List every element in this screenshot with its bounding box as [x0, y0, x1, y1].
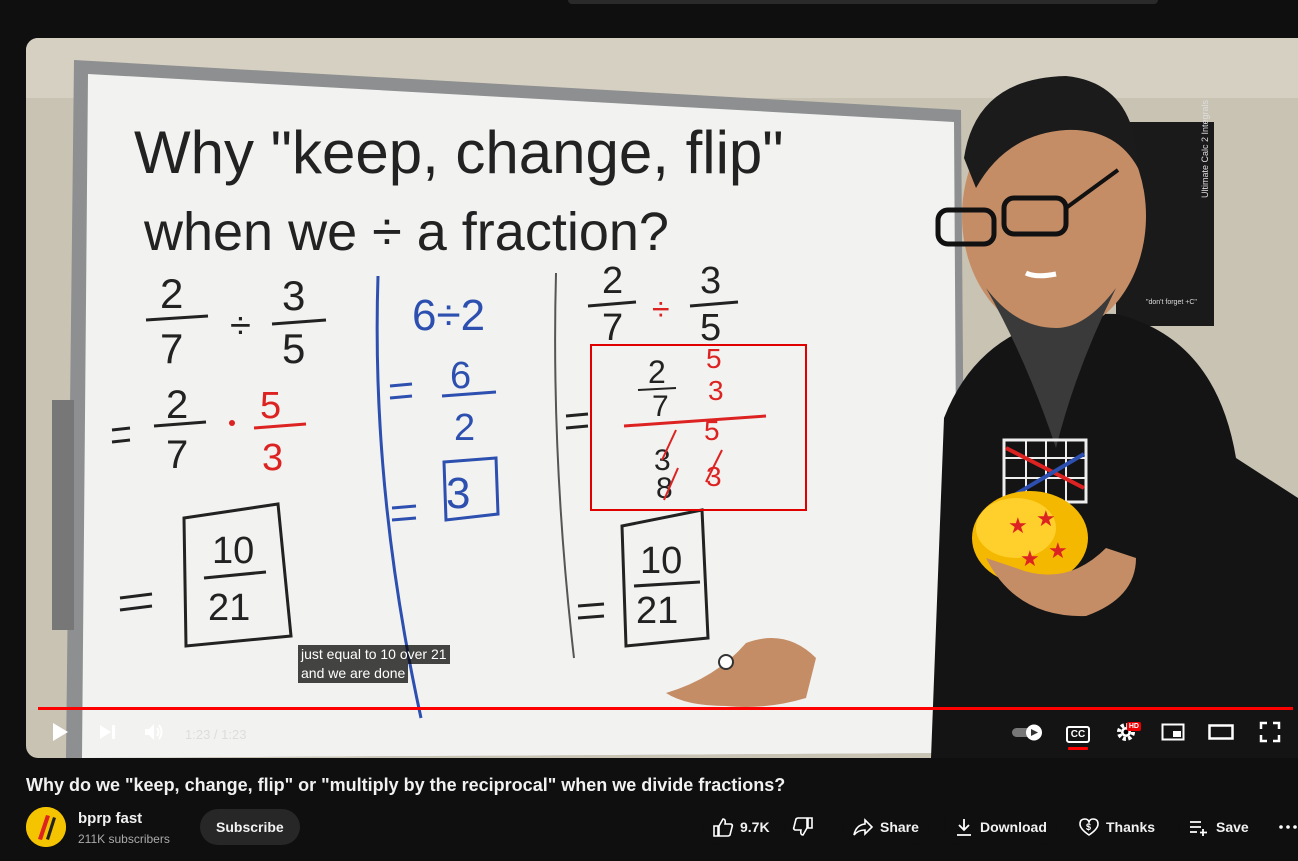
whiteboard-title-line2: when we ÷ a fraction?: [143, 202, 669, 262]
autoplay-toggle-icon: [1010, 723, 1046, 746]
channel-name[interactable]: bprp fast: [78, 810, 142, 827]
svg-text:3: 3: [700, 260, 721, 302]
hd-badge: HD: [1126, 722, 1141, 731]
svg-text:7: 7: [166, 433, 188, 477]
svg-text:5: 5: [260, 385, 281, 427]
dislike-button[interactable]: [784, 809, 822, 845]
download-label: Download: [980, 819, 1047, 835]
svg-text:$: $: [1086, 822, 1091, 832]
video-title: Why do we "keep, change, flip" or "multi…: [26, 775, 786, 795]
more-actions-button[interactable]: [1274, 809, 1298, 845]
download-button[interactable]: Download: [944, 809, 1057, 845]
svg-text:2: 2: [602, 260, 623, 302]
subtitles-button[interactable]: CC: [1060, 720, 1096, 750]
subscriber-count: 211K subscribers: [78, 832, 170, 846]
play-icon: [51, 722, 69, 747]
channel-logo: [26, 807, 66, 847]
channel-row: bprp fast 211K subscribers Subscribe 9.7…: [26, 806, 1298, 850]
miniplayer-icon: [1161, 722, 1185, 747]
share-label: Share: [880, 819, 919, 835]
svg-text:7: 7: [652, 390, 669, 423]
top-search-bar-edge: [568, 0, 1158, 4]
poster-note: "don't forget +C": [1146, 299, 1197, 306]
time-current: 1:23: [185, 727, 211, 742]
svg-text:21: 21: [636, 590, 678, 632]
svg-text:7: 7: [160, 325, 183, 372]
svg-text:÷: ÷: [230, 305, 251, 347]
svg-text:5: 5: [282, 325, 305, 372]
next-button[interactable]: [90, 720, 126, 748]
svg-text:10: 10: [640, 540, 682, 582]
poster-title: Ultimate Calc 2 Integrals: [1200, 99, 1210, 198]
fullscreen-button[interactable]: [1252, 720, 1288, 748]
svg-text:6÷2: 6÷2: [412, 291, 485, 340]
svg-text:÷: ÷: [652, 291, 670, 327]
mute-button[interactable]: [136, 720, 172, 748]
svg-text:★: ★: [1048, 538, 1068, 563]
more-icon: [1278, 817, 1298, 837]
subscribe-button[interactable]: Subscribe: [200, 809, 300, 845]
autoplay-toggle[interactable]: [1008, 720, 1048, 748]
miniplayer-button[interactable]: [1155, 720, 1191, 748]
svg-text:3: 3: [708, 375, 724, 406]
settings-button[interactable]: HD: [1108, 720, 1144, 748]
playlist-add-icon: [1188, 817, 1210, 837]
next-icon: [98, 723, 118, 746]
play-button[interactable]: [42, 720, 78, 748]
time-display: 1:23 / 1:23: [185, 727, 246, 742]
caption-window: just equal to 10 over 21 and we are done: [298, 645, 450, 683]
svg-text:3: 3: [282, 272, 305, 319]
svg-text:7: 7: [602, 307, 623, 349]
thanks-label: Thanks: [1106, 819, 1156, 835]
cc-active-indicator: [1068, 747, 1088, 750]
video-player[interactable]: Ultimate Calc 2 Integrals "don't forget …: [26, 38, 1298, 758]
whiteboard-title-line1: Why "keep, change, flip": [134, 119, 784, 186]
download-icon: [954, 817, 974, 837]
like-count: 9.7K: [740, 819, 770, 835]
save-button[interactable]: Save: [1178, 809, 1259, 845]
svg-text:★: ★: [1036, 506, 1056, 531]
svg-text:2: 2: [166, 383, 188, 427]
svg-text:6: 6: [450, 355, 471, 397]
video-frame: Ultimate Calc 2 Integrals "don't forget …: [26, 38, 1298, 758]
share-icon: [852, 817, 874, 837]
theater-icon: [1208, 723, 1234, 746]
cc-icon: CC: [1065, 725, 1091, 743]
caption-line-1: just equal to 10 over 21: [298, 645, 450, 664]
channel-avatar[interactable]: [26, 807, 66, 847]
svg-text:5: 5: [706, 343, 722, 374]
fullscreen-icon: [1259, 721, 1281, 748]
thanks-heart-dollar-icon: $: [1078, 817, 1100, 837]
thanks-button[interactable]: $ Thanks: [1068, 809, 1166, 845]
time-separator: /: [210, 727, 222, 742]
share-button[interactable]: Share: [842, 809, 929, 845]
like-button[interactable]: 9.7K: [702, 809, 780, 845]
svg-text:2: 2: [454, 407, 475, 449]
caption-line-2: and we are done: [298, 664, 409, 683]
svg-text:★: ★: [1008, 513, 1028, 538]
player-controls: 1:23 / 1:23 CC HD: [26, 710, 1298, 758]
svg-text:★: ★: [1020, 546, 1040, 571]
svg-text:2: 2: [160, 270, 183, 317]
svg-text:21: 21: [208, 587, 250, 629]
theater-mode-button[interactable]: [1203, 720, 1239, 748]
dislike-icon: [792, 817, 814, 837]
volume-icon: [143, 722, 165, 747]
svg-text:10: 10: [212, 530, 254, 572]
svg-text:3: 3: [446, 469, 470, 518]
svg-text:2: 2: [648, 354, 666, 390]
save-label: Save: [1216, 819, 1249, 835]
time-total: 1:23: [221, 727, 247, 742]
like-icon: [712, 817, 734, 837]
svg-text:5: 5: [704, 415, 720, 446]
svg-text:3: 3: [262, 437, 283, 479]
